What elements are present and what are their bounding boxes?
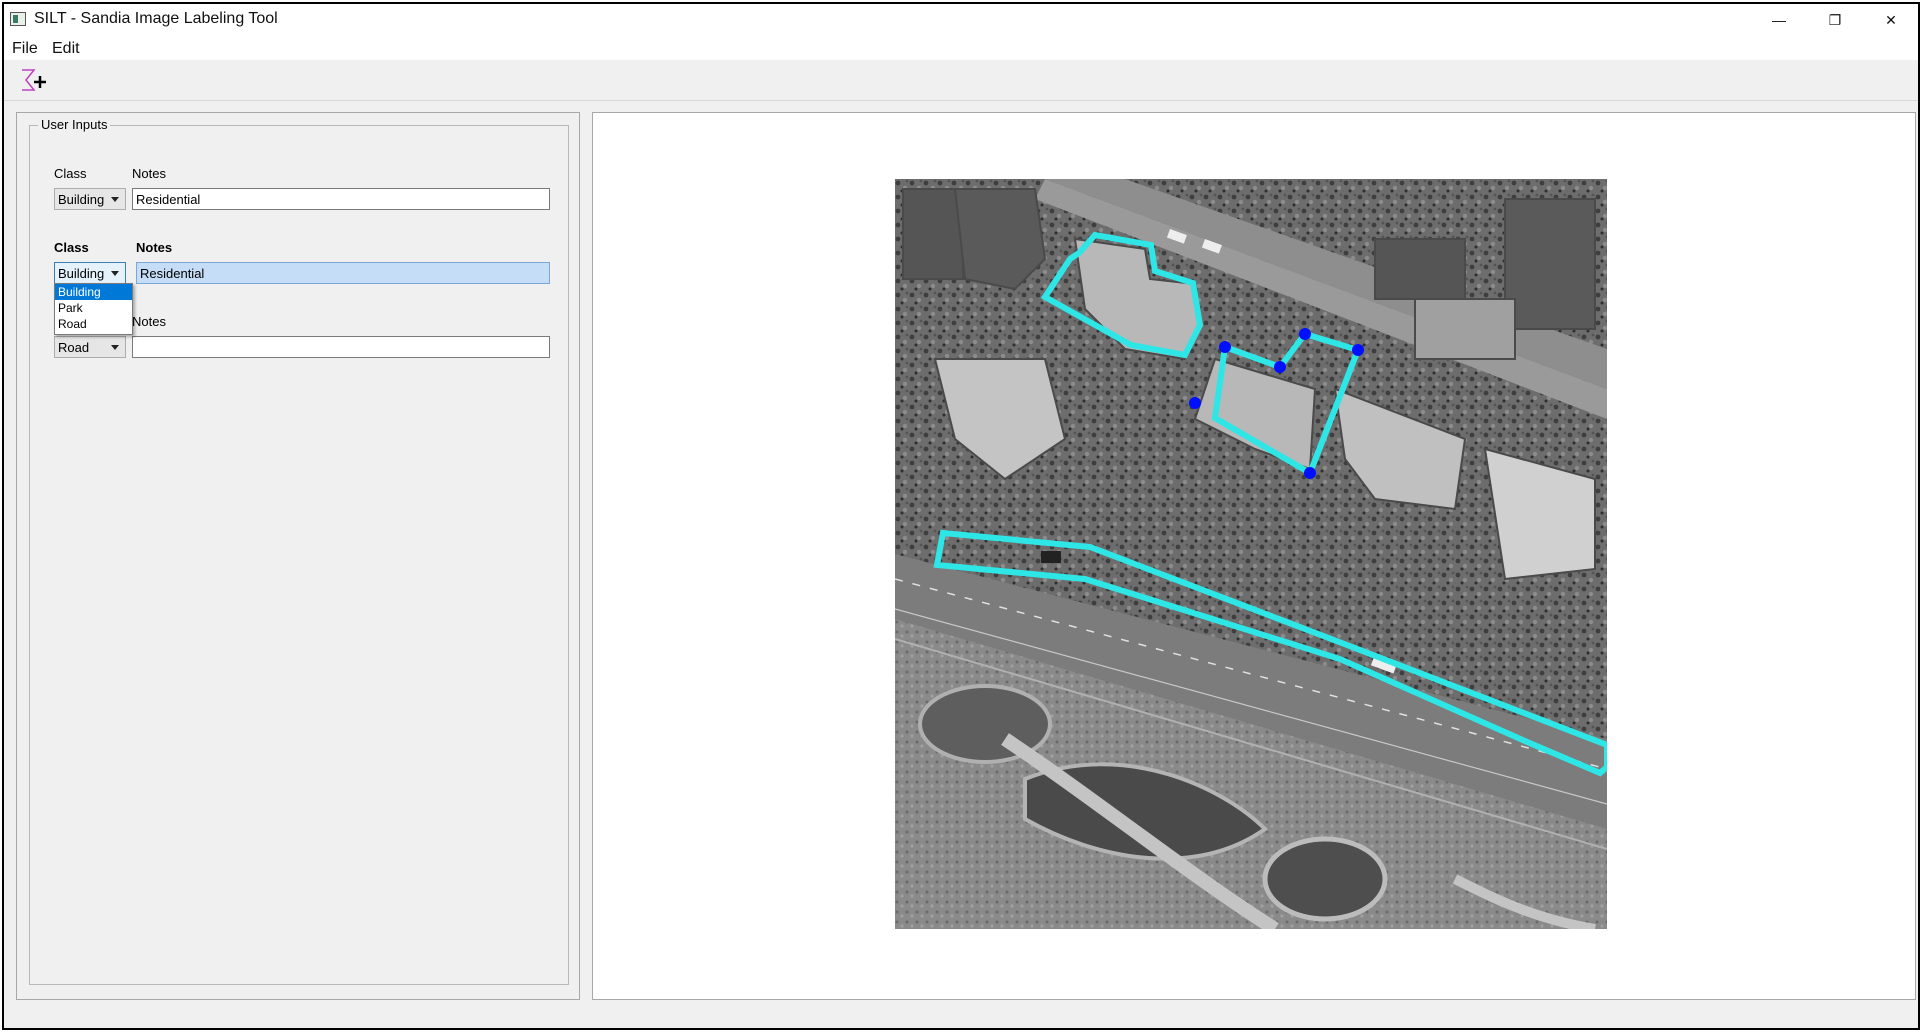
image-canvas[interactable]	[592, 112, 1916, 1000]
vertex-handle[interactable]	[1189, 397, 1201, 409]
class-dropdown-list: Building Park Road	[54, 283, 133, 335]
user-inputs-panel: User Inputs Class Notes Building Residen…	[16, 112, 580, 1000]
notes-field-1[interactable]: Residential	[132, 188, 550, 210]
restore-icon: ❐	[1828, 11, 1842, 28]
class-label-active: Class	[54, 240, 89, 255]
notes-label: Notes	[132, 314, 166, 329]
class-label: Class	[54, 166, 87, 181]
window-title: SILT - Sandia Image Labeling Tool	[34, 10, 278, 27]
class-select-3[interactable]: Road	[54, 336, 126, 358]
notes-field-3[interactable]	[132, 336, 550, 358]
minimize-icon: —	[1772, 12, 1786, 28]
group-title: User Inputs	[38, 117, 111, 132]
notes-label-active: Notes	[136, 240, 173, 255]
close-icon: ✕	[1885, 11, 1897, 28]
vertex-handle[interactable]	[1299, 328, 1311, 340]
chevron-down-icon	[111, 197, 119, 202]
class-select-value: Building	[58, 266, 105, 281]
chevron-down-icon	[111, 345, 119, 350]
user-inputs-group: User Inputs Class Notes Building Residen…	[29, 117, 569, 985]
restore-button[interactable]: ❐	[1806, 4, 1864, 36]
class-select-1[interactable]: Building	[54, 188, 126, 210]
notes-field-2[interactable]: Residential	[136, 262, 550, 284]
class-select-value: Road	[58, 340, 90, 355]
dropdown-option-building[interactable]: Building	[55, 284, 132, 300]
minimize-button[interactable]: —	[1750, 4, 1808, 36]
chevron-down-icon	[111, 271, 119, 276]
title-bar: SILT - Sandia Image Labeling Tool — ❐ ✕	[4, 4, 1918, 36]
vertex-handle[interactable]	[1219, 341, 1231, 353]
vertex-handle[interactable]	[1352, 344, 1364, 356]
class-select-value: Building	[58, 192, 105, 207]
menu-file[interactable]: File	[12, 40, 38, 58]
dropdown-option-road[interactable]: Road	[55, 316, 132, 332]
menu-bar: File Edit	[4, 36, 1918, 60]
class-select-2[interactable]: Building	[54, 262, 126, 284]
add-polygon-icon	[22, 69, 46, 91]
menu-edit[interactable]: Edit	[52, 40, 80, 58]
car	[1041, 551, 1061, 563]
dropdown-option-park[interactable]: Park	[55, 300, 132, 316]
vertex-handle[interactable]	[1274, 361, 1286, 373]
app-window: SILT - Sandia Image Labeling Tool — ❐ ✕ …	[2, 2, 1920, 1030]
add-polygon-button[interactable]	[16, 66, 50, 96]
app-icon	[10, 12, 26, 26]
toolbar	[4, 62, 1918, 101]
close-button[interactable]: ✕	[1862, 4, 1920, 36]
notes-label: Notes	[132, 166, 166, 181]
vertex-handle[interactable]	[1304, 467, 1316, 479]
aerial-image[interactable]	[895, 179, 1607, 929]
